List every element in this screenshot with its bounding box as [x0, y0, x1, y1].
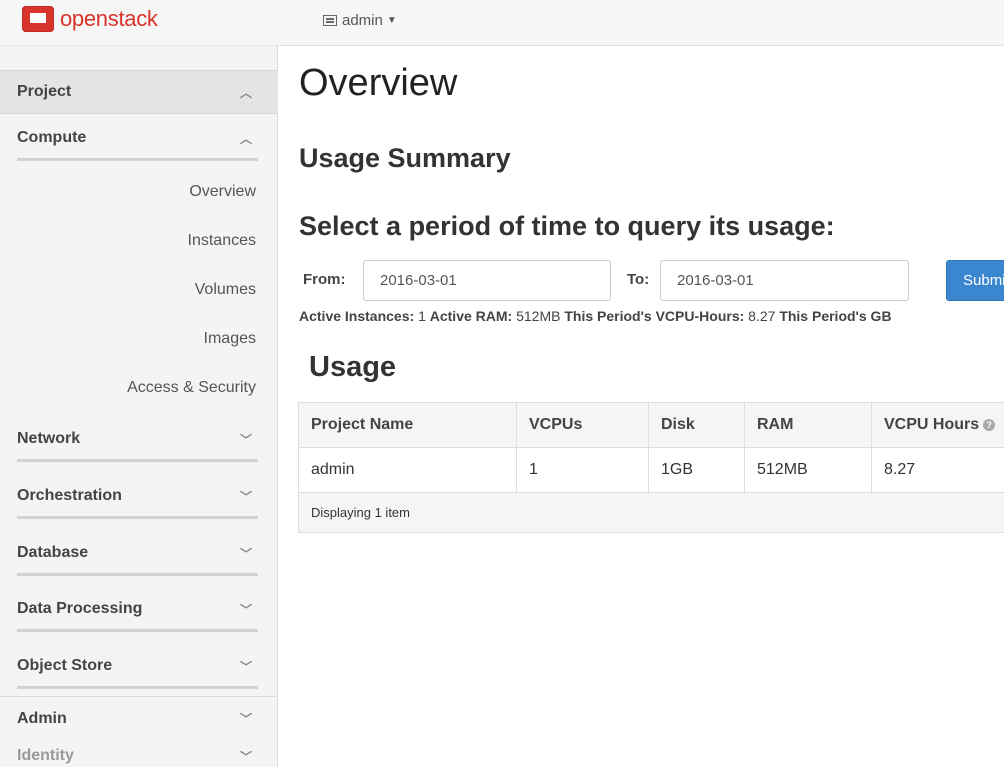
from-label: From: [303, 271, 346, 288]
sidebar-section-identity[interactable]: Identity ﹀ [0, 736, 278, 767]
table-row: admin 1 1GB 512MB 8.27 [298, 447, 1004, 493]
openstack-logo-icon [22, 6, 54, 32]
usage-table: Project Name VCPUs Disk RAM VCPU Hours? … [298, 402, 1004, 533]
cell-vcpus: 1 [516, 447, 649, 493]
chevron-up-icon: ︿ [239, 131, 252, 146]
to-label: To: [627, 271, 650, 288]
from-date-input[interactable] [363, 260, 611, 301]
column-header-vcpu-hours-label: VCPU Hours [884, 416, 980, 433]
cell-ram: 512MB [744, 447, 872, 493]
active-instances-value: 1 [418, 308, 426, 324]
date-range-form: From: To: Submit [299, 260, 1004, 302]
info-icon[interactable]: ? [983, 418, 996, 431]
table-footer-count: Displaying 1 item [298, 492, 1004, 533]
sidebar-section-project[interactable]: Project ︿ [0, 70, 278, 114]
sidebar-item-volumes[interactable]: Volumes [195, 281, 256, 299]
active-ram-label: Active RAM: [429, 308, 513, 324]
sidebar-section-label: Project [17, 83, 72, 100]
column-header-vcpus[interactable]: VCPUs [516, 402, 649, 448]
sidebar-group-label: Network [17, 430, 81, 447]
active-ram-value: 512MB [516, 308, 561, 324]
sidebar-group-label: Orchestration [17, 487, 122, 504]
sidebar-group-object-store[interactable]: Object Store ﹀ [0, 643, 278, 689]
sidebar-section-label: Identity [17, 747, 74, 764]
vcpu-hours-label: This Period's VCPU-Hours: [564, 308, 745, 324]
sidebar-group-label: Data Processing [17, 600, 143, 617]
project-selector-label: admin [342, 12, 383, 29]
chevron-down-icon: ﹀ [239, 602, 252, 617]
sidebar-group-compute[interactable]: Compute ︿ [0, 115, 278, 161]
sidebar: Project ︿ Compute ︿ Overview Instances V… [0, 46, 278, 767]
usage-summary-heading: Usage Summary [299, 143, 511, 173]
submit-button[interactable]: Submit [946, 260, 1004, 301]
column-header-ram[interactable]: RAM [744, 402, 872, 448]
sidebar-section-label: Admin [17, 709, 67, 727]
to-date-input[interactable] [660, 260, 909, 301]
project-selector-dropdown[interactable]: admin ▼ [323, 12, 397, 29]
sidebar-group-database[interactable]: Database ﹀ [0, 530, 278, 576]
brand-name: openstack [60, 6, 158, 31]
table-footer-row: Displaying 1 item [298, 492, 1004, 533]
caret-down-icon: ▼ [386, 15, 397, 26]
sidebar-group-orchestration[interactable]: Orchestration ﹀ [0, 473, 278, 519]
page-title: Overview [299, 62, 458, 104]
sidebar-item-images[interactable]: Images [204, 330, 256, 348]
cell-project-name: admin [298, 447, 517, 493]
column-header-disk[interactable]: Disk [648, 402, 745, 448]
chevron-down-icon: ﹀ [239, 749, 252, 764]
sidebar-group-data-processing[interactable]: Data Processing ﹀ [0, 586, 278, 632]
vcpu-hours-value: 8.27 [748, 308, 776, 324]
sidebar-group-label: Database [17, 544, 89, 561]
main-content: Overview Usage Summary Select a period o… [279, 46, 1004, 767]
chevron-down-icon: ﹀ [239, 712, 252, 726]
gb-hours-label: This Period's GB [779, 308, 892, 324]
list-icon [323, 15, 337, 26]
sidebar-item-overview[interactable]: Overview [189, 183, 256, 201]
usage-heading: Usage [309, 351, 397, 383]
sidebar-group-label: Object Store [17, 657, 113, 674]
openstack-logo[interactable]: openstack [22, 6, 158, 32]
top-navbar: openstack admin ▼ [0, 0, 1004, 46]
table-header-row: Project Name VCPUs Disk RAM VCPU Hours? [298, 402, 1004, 448]
column-header-vcpu-hours[interactable]: VCPU Hours? [871, 402, 1004, 448]
chevron-down-icon: ﹀ [239, 546, 252, 561]
sidebar-section-admin[interactable]: Admin ﹀ [0, 696, 278, 740]
sidebar-group-network[interactable]: Network ﹀ [0, 416, 278, 462]
sidebar-group-label: Compute [17, 129, 87, 146]
usage-stats: Active Instances: 1 Active RAM: 512MB Th… [299, 308, 892, 324]
cell-vcpu-hours: 8.27 [871, 447, 1004, 493]
chevron-down-icon: ﹀ [239, 432, 252, 447]
column-header-project-name[interactable]: Project Name [298, 402, 517, 448]
cell-disk: 1GB [648, 447, 745, 493]
sidebar-item-instances[interactable]: Instances [188, 232, 256, 250]
chevron-down-icon: ﹀ [239, 489, 252, 504]
active-instances-label: Active Instances: [299, 308, 415, 324]
chevron-up-icon: ︿ [239, 85, 252, 100]
period-heading: Select a period of time to query its usa… [299, 211, 835, 241]
chevron-down-icon: ﹀ [239, 659, 252, 674]
sidebar-item-access-security[interactable]: Access & Security [127, 379, 256, 397]
